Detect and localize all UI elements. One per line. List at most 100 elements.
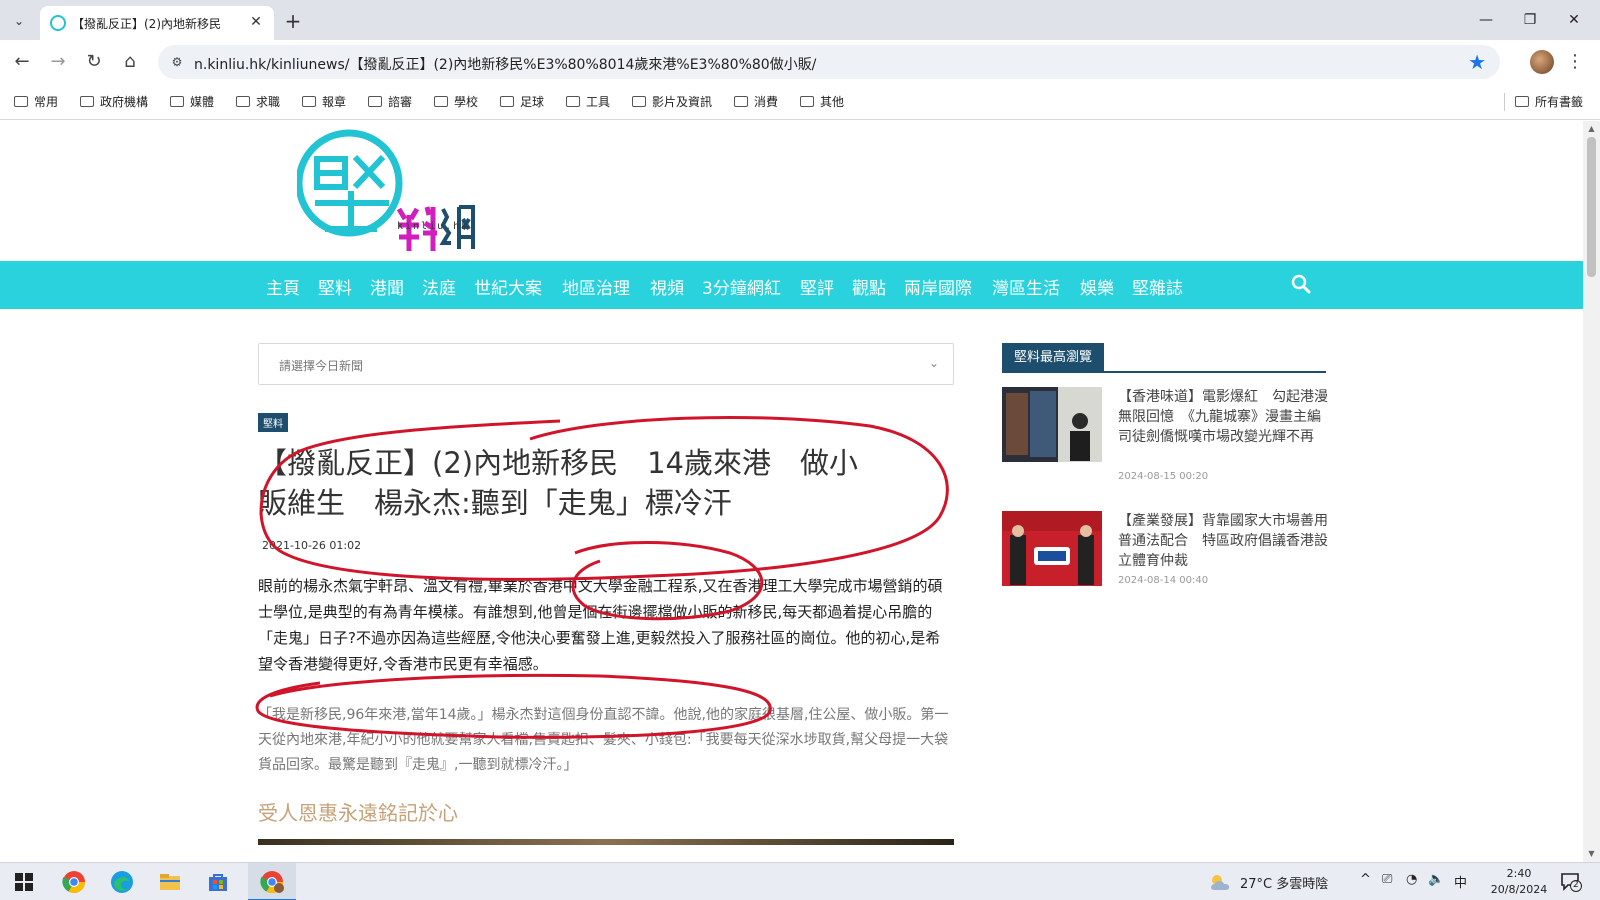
tab-strip: ⌄ 【撥亂反正】(2)內地新移民 ✕ + — ❐ ✕ bbox=[0, 0, 1600, 40]
kinliu-logo-mark-icon bbox=[295, 129, 475, 251]
nav-item[interactable]: 3分鐘網紅 bbox=[702, 274, 781, 299]
article-subheading: 受人恩惠永遠銘記於心 bbox=[258, 801, 458, 825]
nav-item[interactable]: 世紀大案 bbox=[474, 274, 542, 299]
nav-item[interactable]: 視頻 bbox=[650, 274, 684, 299]
bookmark-folder[interactable]: 政府機構 bbox=[80, 93, 148, 111]
nav-item[interactable]: 灣區生活 bbox=[992, 274, 1060, 299]
bookmark-folder[interactable]: 其他 bbox=[800, 93, 844, 111]
profile-avatar[interactable] bbox=[1530, 50, 1554, 74]
select-placeholder: 請選擇今日新聞 bbox=[279, 359, 364, 373]
browser-tab[interactable]: 【撥亂反正】(2)內地新移民 ✕ bbox=[40, 6, 274, 40]
tab-search-chevron-icon[interactable]: ⌄ bbox=[8, 10, 30, 32]
new-tab-plus-icon[interactable]: + bbox=[280, 8, 306, 34]
nav-item[interactable]: 港聞 bbox=[370, 274, 404, 299]
active-chrome-task[interactable] bbox=[248, 863, 296, 900]
close-window-icon[interactable]: ✕ bbox=[1562, 8, 1586, 32]
windows-taskbar: 27°C 多雲時陰 ^ ⎚ ◔ 🔈 中 2:40 20/8/2024 2 bbox=[0, 862, 1600, 900]
sidebar-header-bar: 堅料最高瀏覽 bbox=[1002, 343, 1326, 373]
browser-toolbar: ← → ↻ ⌂ ⚙ n.kinliu.hk/kinliunews/【撥亂反正】(… bbox=[0, 40, 1600, 84]
web-page: kinliu.hk 主頁 堅料 港聞 法庭 世紀大案 地區治理 視頻 3分鐘網紅… bbox=[0, 121, 1583, 862]
headline-line: 【撥亂反正】(2)內地新移民 14歲來港 做小 bbox=[258, 446, 858, 480]
home-icon[interactable]: ⌂ bbox=[118, 50, 142, 74]
folder-icon bbox=[368, 96, 382, 107]
sidebar-item[interactable]: 【產業發展】背靠國家大市場善用普通法配合 特區政府倡議香港設立體育仲裁 2024… bbox=[1002, 511, 1328, 611]
nav-item[interactable]: 娛樂 bbox=[1080, 274, 1114, 299]
url-text[interactable]: n.kinliu.hk/kinliunews/【撥亂反正】(2)內地新移民%E3… bbox=[194, 54, 1454, 74]
article-paragraph: 眼前的楊永杰氣宇軒昂、溫文有禮,畢業於香港中文大學金融工程系,又在香港理工大學完… bbox=[258, 577, 943, 673]
sidebar-thumbnail[interactable] bbox=[1002, 511, 1102, 586]
windows-start-icon[interactable] bbox=[12, 870, 36, 894]
all-bookmarks[interactable]: 所有書籤 bbox=[1504, 93, 1583, 111]
folder-icon bbox=[302, 96, 316, 107]
scroll-up-arrow-icon[interactable]: ▲ bbox=[1586, 124, 1597, 134]
bookmark-folder[interactable]: 求職 bbox=[236, 93, 280, 111]
headline-line: 販維生 楊永杰:聽到「走鬼」標冷汗 bbox=[258, 486, 732, 520]
bookmark-folder[interactable]: 媒體 bbox=[170, 93, 214, 111]
folder-icon bbox=[566, 96, 580, 107]
nav-item[interactable]: 堅料 bbox=[318, 274, 352, 299]
bookmark-folder[interactable]: 報章 bbox=[302, 93, 346, 111]
nav-item[interactable]: 兩岸國際 bbox=[904, 274, 972, 299]
bookmark-folder[interactable]: 足球 bbox=[500, 93, 544, 111]
sidebar-item[interactable]: 【香港味道】電影爆紅 勾起港漫無限回憶 《九龍城寨》漫畫主編 司徒劍僑慨嘆市場改… bbox=[1002, 387, 1335, 487]
page-scrollbar[interactable]: ▲ ▼ bbox=[1583, 121, 1600, 862]
nav-item[interactable]: 地區治理 bbox=[562, 274, 630, 299]
meet-now-icon[interactable]: ⎚ bbox=[1382, 872, 1392, 887]
nav-item[interactable]: 堅評 bbox=[800, 274, 834, 299]
forward-arrow-icon[interactable]: → bbox=[46, 50, 70, 74]
sidebar-thumbnail[interactable] bbox=[1002, 387, 1102, 462]
tab-close-icon[interactable]: ✕ bbox=[246, 12, 266, 32]
kinliu-logo[interactable]: kinliu.hk bbox=[295, 129, 477, 259]
more-menu-icon[interactable]: ⋮ bbox=[1566, 50, 1584, 74]
nav-item[interactable]: 堅雜誌 bbox=[1132, 274, 1183, 299]
back-arrow-icon[interactable]: ← bbox=[10, 50, 34, 74]
bookmark-folder[interactable]: 學校 bbox=[434, 93, 478, 111]
tab-title: 【撥亂反正】(2)內地新移民 bbox=[72, 17, 221, 31]
notification-count: 2 bbox=[1573, 880, 1579, 890]
sidebar-item-date: 2024-08-15 00:20 bbox=[1118, 471, 1209, 482]
site-info-icon[interactable]: ⚙ bbox=[168, 53, 186, 71]
chrome-icon[interactable] bbox=[62, 870, 86, 894]
edge-icon[interactable] bbox=[110, 870, 134, 894]
scroll-thumb[interactable] bbox=[1587, 137, 1596, 277]
system-clock[interactable]: 2:40 20/8/2024 bbox=[1484, 866, 1554, 898]
main-nav: 主頁 堅料 港聞 法庭 世紀大案 地區治理 視頻 3分鐘網紅 堅評 觀點 兩岸國… bbox=[0, 261, 1583, 309]
clock-time: 2:40 bbox=[1506, 867, 1532, 880]
folder-icon bbox=[734, 96, 748, 107]
weather-text[interactable]: 27°C 多雲時陰 bbox=[1240, 873, 1328, 892]
sidebar-item-title[interactable]: 【產業發展】背靠國家大市場善用普通法配合 特區政府倡議香港設立體育仲裁 bbox=[1118, 511, 1328, 571]
sidebar-item-date: 2024-08-14 00:40 bbox=[1118, 575, 1209, 586]
search-icon[interactable] bbox=[1291, 274, 1311, 294]
scroll-down-arrow-icon[interactable]: ▼ bbox=[1586, 849, 1597, 859]
nav-item[interactable]: 主頁 bbox=[266, 274, 300, 299]
weather-cloud-sun-icon[interactable] bbox=[1208, 870, 1234, 894]
microsoft-store-icon[interactable] bbox=[206, 870, 230, 894]
bookmark-folder[interactable]: 影片及資訊 bbox=[632, 93, 712, 111]
folder-icon bbox=[80, 96, 94, 107]
bookmark-folder[interactable]: 常用 bbox=[14, 93, 58, 111]
folder-icon bbox=[434, 96, 448, 107]
notification-center-icon[interactable]: 2 bbox=[1560, 872, 1582, 892]
bookmark-star-icon[interactable]: ★ bbox=[1468, 50, 1486, 74]
address-bar[interactable]: ⚙ n.kinliu.hk/kinliunews/【撥亂反正】(2)內地新移民%… bbox=[158, 45, 1500, 79]
volume-icon[interactable]: 🔈 bbox=[1428, 872, 1444, 887]
bookmark-folder[interactable]: 工具 bbox=[566, 93, 610, 111]
file-explorer-icon[interactable] bbox=[158, 870, 182, 894]
today-news-select[interactable]: 請選擇今日新聞 ⌄ bbox=[258, 343, 954, 385]
reload-icon[interactable]: ↻ bbox=[82, 50, 106, 74]
chrome-profile-icon bbox=[260, 871, 284, 893]
article-image-top bbox=[258, 839, 954, 845]
bookmark-folder[interactable]: 諮審 bbox=[368, 93, 412, 111]
nav-item[interactable]: 法庭 bbox=[422, 274, 456, 299]
minimize-icon[interactable]: — bbox=[1474, 8, 1498, 32]
tray-chevron-up-icon[interactable]: ^ bbox=[1360, 872, 1371, 887]
clock-date: 20/8/2024 bbox=[1490, 883, 1548, 896]
sidebar-item-title[interactable]: 【香港味道】電影爆紅 勾起港漫無限回憶 《九龍城寨》漫畫主編 司徒劍僑慨嘆市場改… bbox=[1118, 387, 1335, 447]
bookmark-folder[interactable]: 消費 bbox=[734, 93, 778, 111]
network-icon[interactable]: ◔ bbox=[1406, 872, 1417, 887]
restore-icon[interactable]: ❐ bbox=[1518, 8, 1542, 32]
category-tag[interactable]: 堅料 bbox=[258, 413, 288, 432]
ime-indicator[interactable]: 中 bbox=[1454, 872, 1467, 891]
folder-icon bbox=[170, 96, 184, 107]
nav-item[interactable]: 觀點 bbox=[852, 274, 886, 299]
